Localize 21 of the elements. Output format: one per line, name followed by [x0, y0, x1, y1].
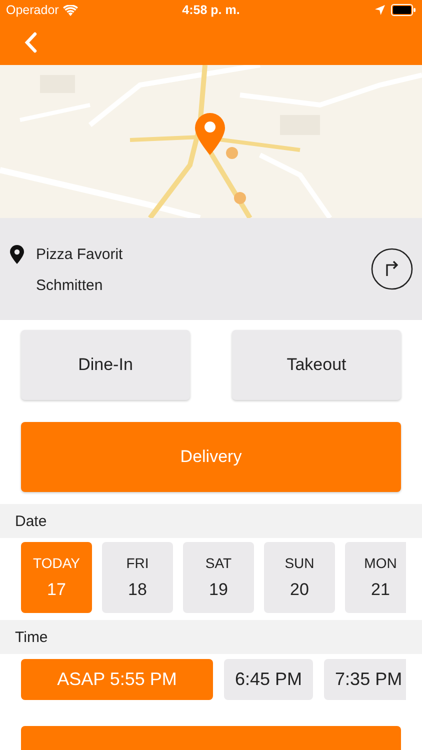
date-button[interactable]: FRI 18 [102, 542, 173, 613]
location-pin-icon [10, 244, 24, 264]
restaurant-name: Pizza Favorit [36, 246, 124, 262]
date-button[interactable]: MON 21 [345, 542, 406, 613]
section-title: Time [15, 628, 48, 646]
clock-time: 4:58 p. m. [182, 3, 240, 17]
carrier-name: Operador [6, 3, 59, 17]
section-title: Date [15, 512, 47, 530]
date-button[interactable]: SUN 20 [264, 542, 335, 613]
restaurant-city: Schmitten [36, 276, 104, 294]
map-pin-icon [195, 113, 225, 155]
location-arrow-icon [375, 5, 385, 15]
order-type-button[interactable]: Dine-In [21, 330, 190, 400]
time-slot-button[interactable]: 7:35 PM [324, 659, 406, 700]
date-button[interactable]: SAT 19 [183, 542, 254, 613]
directions-icon[interactable] [371, 248, 413, 290]
order-type-button[interactable]: Takeout [232, 330, 401, 400]
back-icon[interactable] [24, 32, 37, 53]
battery-icon [391, 4, 416, 16]
wifi-icon [62, 4, 78, 16]
time-slot-button[interactable]: 6:45 PM [224, 659, 314, 700]
